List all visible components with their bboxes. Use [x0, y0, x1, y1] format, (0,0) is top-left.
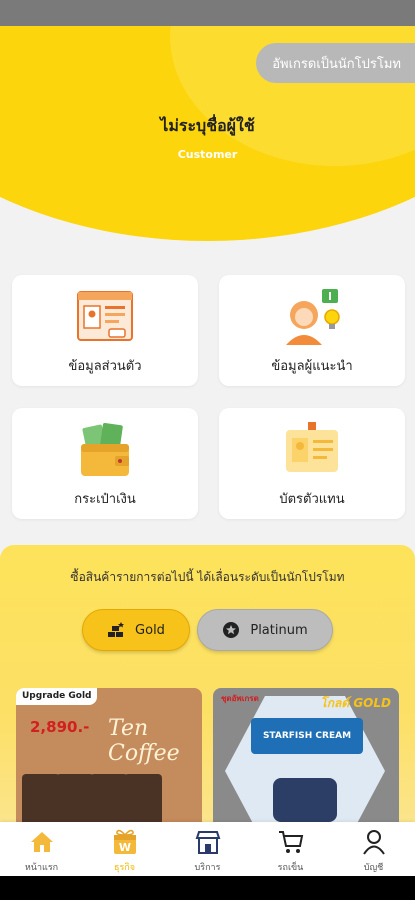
referrer-info-card[interactable]: ข้อมูลผู้แนะนำ: [219, 275, 405, 386]
nav-label: บริการ: [194, 863, 221, 873]
nav-item-services[interactable]: บริการ: [166, 822, 249, 876]
home-icon: [27, 828, 57, 856]
product-tag: ชุดอัพเกรด: [221, 694, 259, 703]
promo-headline: ซื้อสินค้ารายการต่อไปนี้ ได้เลื่อนระดับเ…: [70, 570, 345, 584]
nav-label: รถเข็น: [277, 863, 304, 873]
referrer-person-icon: [286, 289, 340, 345]
user-role: Customer: [177, 148, 238, 161]
store-icon: [193, 828, 223, 856]
upgrade-to-promoter-button[interactable]: อัพเกรดเป็นนักโปรโมท: [256, 43, 415, 83]
product-tag: Upgrade Gold: [16, 688, 98, 705]
upgrade-promo-section: ซื้อสินค้ารายการต่อไปนี้ ได้เลื่อนระดับเ…: [0, 545, 415, 835]
profile-header: อัพเกรดเป็นนักโปรโมท ไม่ระบุชื่อผู้ใช้ C…: [0, 26, 415, 266]
personal-info-card[interactable]: ข้อมูลส่วนตัว: [12, 275, 198, 386]
agent-card-label: บัตรตัวแทน: [279, 492, 345, 507]
bottom-navigation: หน้าแรก W ธุรกิจ บริการ รถเข็น บัญชี: [0, 822, 415, 876]
tier-gold-label: Gold: [135, 622, 165, 638]
system-navigation-bar: [0, 876, 415, 900]
gold-bars-icon: [107, 621, 125, 639]
product-price: 2,890.-: [30, 718, 90, 736]
business-gift-icon: W: [110, 828, 140, 856]
wallet-card[interactable]: กระเป๋าเงิน: [12, 408, 198, 519]
nav-item-account[interactable]: บัญชี: [332, 822, 415, 876]
nav-item-business[interactable]: W ธุรกิจ: [83, 822, 166, 876]
nav-item-home[interactable]: หน้าแรก: [0, 822, 83, 876]
tier-gold-button[interactable]: Gold: [82, 609, 190, 651]
nav-label: ธุรกิจ: [113, 863, 136, 873]
profile-document-icon: [77, 291, 133, 341]
nav-item-cart[interactable]: รถเข็น: [249, 822, 332, 876]
user-name: ไม่ระบุชื่อผู้ใช้: [160, 116, 255, 135]
tier-platinum-button[interactable]: Platinum: [197, 609, 333, 651]
nav-label: บัญชี: [363, 863, 384, 873]
product-image: [273, 778, 337, 822]
account-icon: [359, 828, 389, 856]
wallet-icon: [81, 423, 129, 476]
personal-info-label: ข้อมูลส่วนตัว: [68, 359, 142, 374]
cart-icon: [276, 828, 306, 856]
id-card-icon: [286, 422, 338, 472]
agent-card-card[interactable]: บัตรตัวแทน: [219, 408, 405, 519]
product-title: STARFISH CREAM: [251, 718, 363, 754]
svg-text:W: W: [118, 841, 130, 854]
nav-label: หน้าแรก: [24, 863, 59, 873]
wallet-label: กระเป๋าเงิน: [74, 492, 136, 507]
referrer-info-label: ข้อมูลผู้แนะนำ: [271, 359, 353, 374]
product-title: Ten Coffee: [108, 716, 180, 766]
product-card-coffee[interactable]: Upgrade Gold 2,890.- Ten Coffee: [16, 688, 202, 835]
product-card-cream[interactable]: ชุดอัพเกรด โกลด์ GOLD STARFISH CREAM: [213, 688, 399, 835]
tier-platinum-label: Platinum: [250, 622, 308, 638]
product-badge: โกลด์ GOLD: [320, 696, 391, 710]
star-badge-icon: [222, 621, 240, 639]
status-bar: [0, 0, 415, 26]
